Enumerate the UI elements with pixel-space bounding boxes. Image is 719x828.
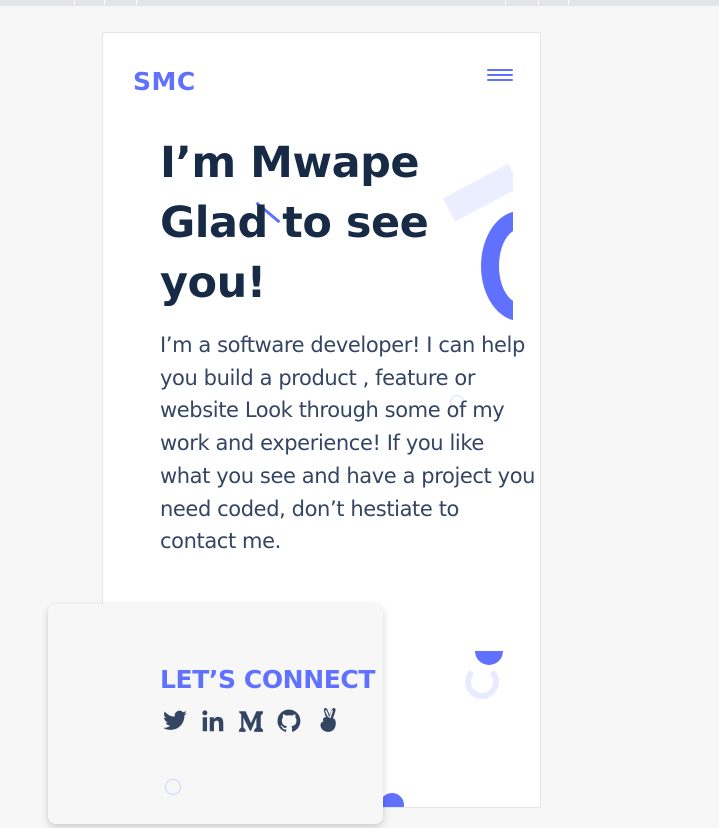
decorative-circle xyxy=(165,779,181,795)
twitter-link[interactable] xyxy=(160,706,190,736)
decorative-arc xyxy=(465,665,499,699)
connect-card: LET’S CONNECT xyxy=(48,604,383,824)
site-logo[interactable]: SMC xyxy=(133,67,196,96)
social-links xyxy=(160,706,342,736)
hero-title: I’m Mwape Glad to see you! xyxy=(160,138,429,308)
browser-toolbar-strip xyxy=(0,0,719,6)
hero-description: I’m a software developer! I can help you… xyxy=(160,333,536,554)
hamburger-menu-button[interactable] xyxy=(487,66,513,86)
medium-link[interactable] xyxy=(236,706,266,736)
connect-title: LET’S CONNECT xyxy=(160,665,375,694)
angellist-link[interactable] xyxy=(312,706,342,736)
medium-icon xyxy=(239,711,263,732)
github-icon xyxy=(277,709,301,732)
menu-icon-line xyxy=(487,69,513,71)
menu-icon-line xyxy=(487,79,513,81)
linkedin-icon xyxy=(202,710,224,732)
angellist-icon xyxy=(320,708,336,732)
linkedin-link[interactable] xyxy=(198,706,228,736)
github-link[interactable] xyxy=(274,706,304,736)
menu-icon-line xyxy=(487,74,513,76)
decorative-dot xyxy=(380,793,404,807)
twitter-icon xyxy=(163,710,187,730)
decorative-semicircle xyxy=(475,651,503,665)
